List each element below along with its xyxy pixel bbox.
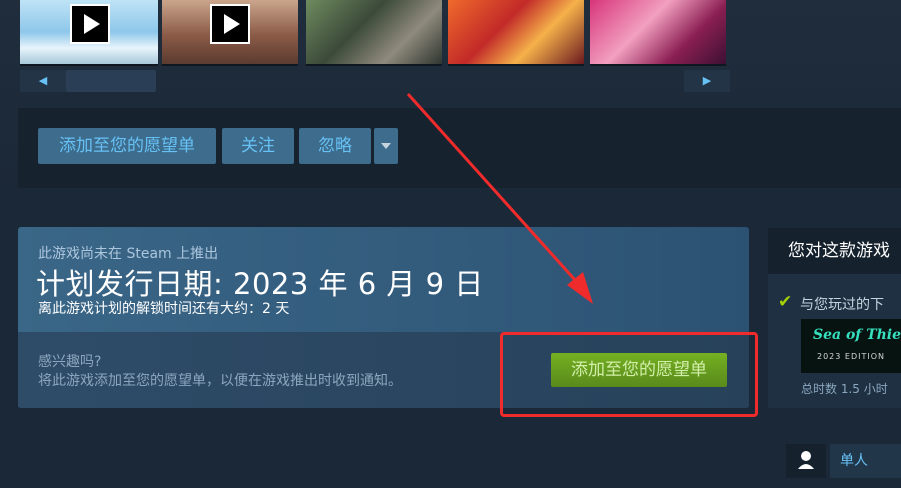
feature-single-player[interactable]: 单人 bbox=[786, 444, 901, 478]
follow-button[interactable]: 关注 bbox=[222, 128, 294, 164]
video-thumbnail-1[interactable] bbox=[20, 0, 158, 66]
screenshot-thumbnail-5[interactable] bbox=[590, 0, 726, 66]
screenshot-thumbnail-4[interactable] bbox=[448, 0, 584, 66]
add-to-wishlist-button[interactable]: 添加至您的愿望单 bbox=[38, 128, 216, 164]
play-icon bbox=[70, 4, 110, 44]
screenshot-strip bbox=[0, 0, 901, 66]
action-panel: 添加至您的愿望单 关注 忽略 bbox=[18, 108, 901, 188]
annotation-highlight-box bbox=[500, 332, 758, 417]
checkmark-icon: ✔ bbox=[778, 292, 793, 312]
interest-description: 将此游戏添加至您的愿望单，以便在游戏推出时收到通知。 bbox=[38, 373, 402, 389]
scroll-right-icon[interactable]: ▶ bbox=[684, 70, 730, 92]
relevance-title: 您对这款游戏 bbox=[768, 228, 901, 274]
release-date-heading: 计划发行日期: 2023 年 6 月 9 日 bbox=[36, 267, 484, 301]
related-game-logo: Sea of Thieves bbox=[813, 327, 901, 343]
user-icon bbox=[786, 444, 826, 478]
feature-label: 单人 bbox=[830, 444, 901, 478]
ignore-button[interactable]: 忽略 bbox=[299, 128, 371, 164]
interest-question: 感兴趣吗? bbox=[38, 354, 102, 370]
related-game-edition: 2023 EDITION bbox=[817, 352, 886, 361]
play-icon bbox=[210, 4, 250, 44]
thumbnail-scrollbar[interactable]: ◀ ▶ bbox=[20, 70, 730, 92]
unlock-countdown-text: 离此游戏计划的解锁时间还有大约：2 天 bbox=[38, 301, 290, 317]
relevance-panel: 您对这款游戏 ✔ 与您玩过的下 Sea of Thieves 2023 EDIT… bbox=[768, 228, 901, 408]
chevron-down-icon bbox=[381, 143, 391, 149]
video-thumbnail-2[interactable] bbox=[162, 0, 298, 66]
playtime-text: 总时数 1.5 小时 bbox=[801, 382, 888, 396]
related-game-capsule[interactable]: Sea of Thieves 2023 EDITION bbox=[801, 319, 901, 373]
played-games-text: 与您玩过的下 bbox=[800, 297, 884, 313]
screenshot-thumbnail-3[interactable] bbox=[306, 0, 442, 66]
scroll-thumb[interactable] bbox=[66, 70, 156, 92]
more-options-dropdown[interactable] bbox=[374, 128, 398, 164]
not-released-text: 此游戏尚未在 Steam 上推出 bbox=[38, 246, 219, 262]
scroll-left-icon[interactable]: ◀ bbox=[20, 70, 66, 92]
